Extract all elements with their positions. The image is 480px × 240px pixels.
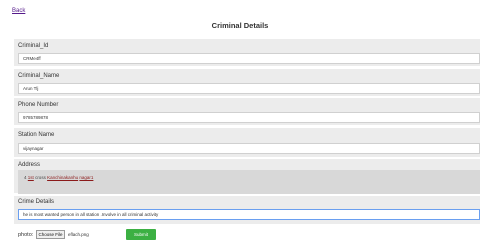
crime-details-label: Crime Details [18, 199, 55, 205]
criminal-id-label: Criminal_Id [18, 43, 49, 49]
criminal-name-section: Criminal_Name Arun Tlj [14, 69, 480, 96]
address-label: Address [18, 162, 41, 168]
address-part-1: 1st [27, 175, 34, 180]
address-section: Address 4 1st cross Kanchinakanhu nagar1 [14, 159, 480, 194]
phone-number-label: Phone Number [18, 102, 59, 108]
address-display: 4 1st cross Kanchinakanhu nagar1 [18, 170, 480, 194]
criminal-name-label: Criminal_Name [18, 73, 60, 79]
back-link[interactable]: Back [12, 8, 25, 14]
crime-details-input[interactable]: he is most wanted person in all station … [18, 209, 480, 220]
address-prefix: 4 [24, 175, 27, 180]
choose-file-button[interactable]: Choose File [36, 230, 65, 239]
station-name-section: Station Name vijaynagar [14, 128, 480, 157]
address-part-2: cross [35, 175, 46, 180]
crime-details-section: Crime Details he is most wanted person i… [14, 196, 480, 224]
selected-file-name: eflach.png [68, 232, 89, 237]
address-part-4: nagar1 [79, 175, 94, 180]
page-title: Criminal Details [211, 21, 269, 30]
criminal-id-section: Criminal_Id CRMe4ff [14, 39, 480, 66]
station-name-input[interactable]: vijaynagar [18, 143, 480, 154]
criminal-id-input[interactable]: CRMe4ff [18, 53, 480, 64]
phone-number-section: Phone Number 9785789878 [14, 98, 480, 125]
address-text: 4 1st cross Kanchinakanhu nagar1 [24, 175, 93, 180]
submit-button[interactable]: Submit [126, 229, 156, 240]
address-part-3: Kanchinakanhu [47, 175, 79, 180]
phone-number-input[interactable]: 9785789878 [18, 112, 480, 123]
photo-label: photo: [18, 232, 34, 238]
criminal-name-input[interactable]: Arun Tlj [18, 83, 480, 94]
station-name-label: Station Name [18, 132, 55, 138]
